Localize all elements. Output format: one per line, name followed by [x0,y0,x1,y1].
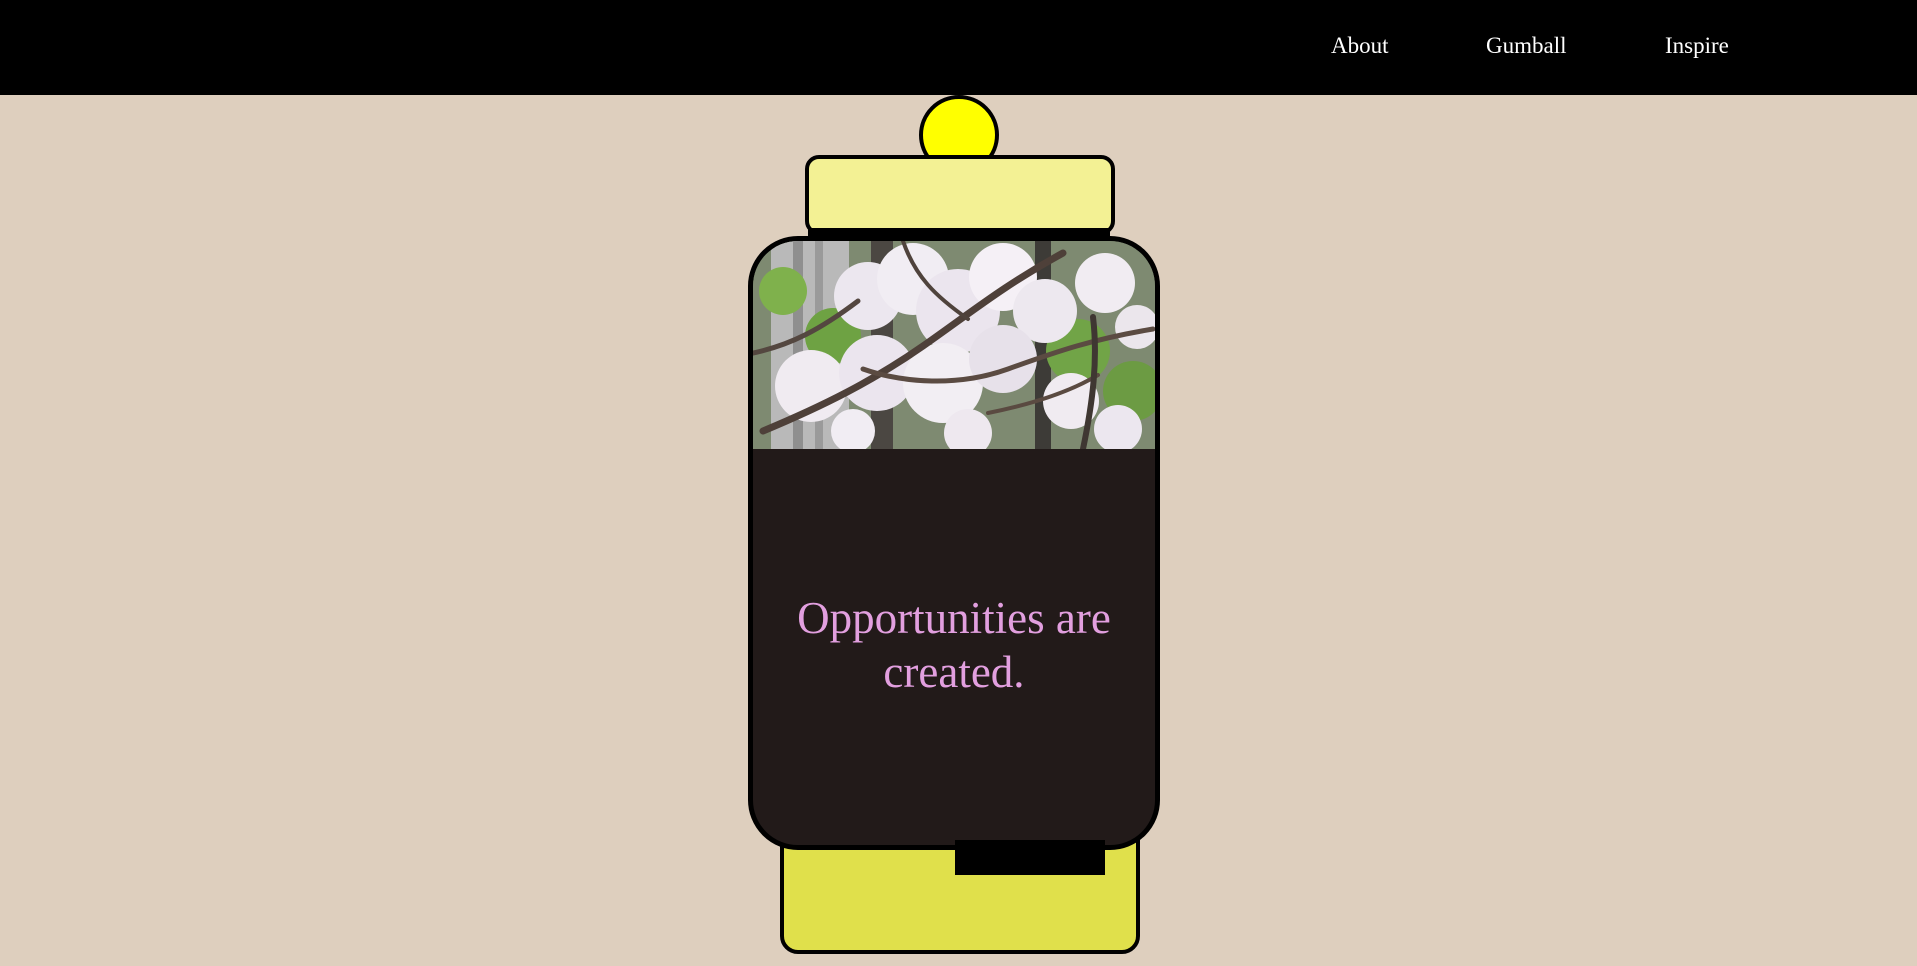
cherry-blossom-image [753,241,1155,449]
nav-link-gumball[interactable]: Gumball [1486,31,1567,61]
gumball-cap [805,155,1115,235]
top-navigation-bar: About Gumball Inspire [0,0,1917,95]
gumball-chute [955,840,1105,875]
nav-link-inspire[interactable]: Inspire [1665,31,1729,61]
nav-link-about[interactable]: About [1331,31,1389,61]
inspirational-quote: Opportunities are created. [797,593,1111,697]
gumball-globe: Opportunities are created. [748,236,1160,850]
